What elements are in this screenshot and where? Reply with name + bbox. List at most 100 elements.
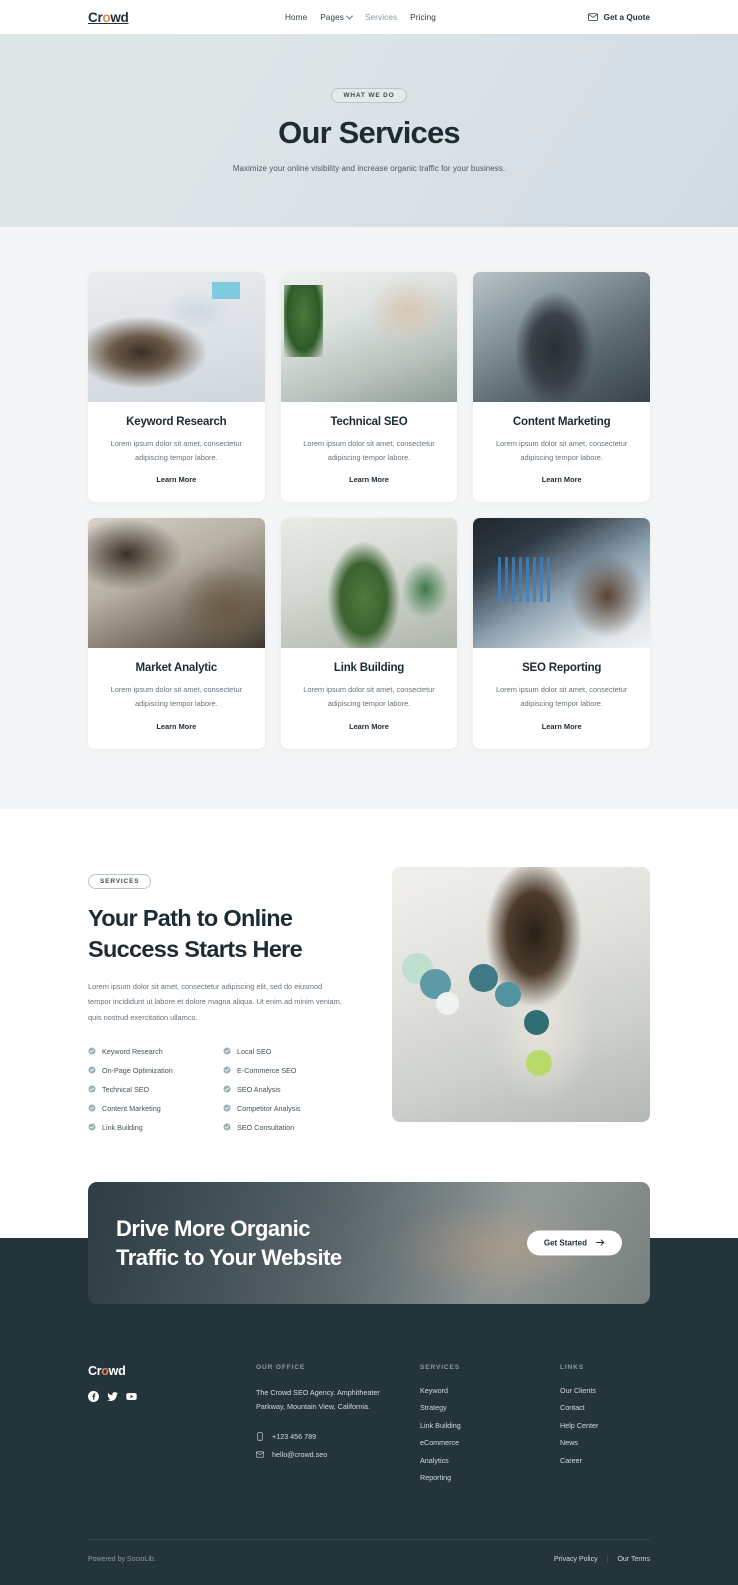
overlay-bubble-icon [523, 1009, 550, 1036]
footer-link[interactable]: Help Center [560, 1421, 650, 1430]
footer-service-link[interactable]: Reporting [420, 1473, 560, 1482]
service-card[interactable]: Market Analytic Lorem ipsum dolor sit am… [88, 518, 265, 749]
powered-by-brand[interactable]: SocioLib. [127, 1556, 156, 1563]
nav-item-home[interactable]: Home [285, 13, 307, 22]
get-started-label: Get Started [543, 1238, 587, 1248]
nav-item-pages[interactable]: Pages [320, 12, 354, 22]
privacy-policy-link[interactable]: Privacy Policy [554, 1556, 598, 1563]
social-links [88, 1390, 256, 1402]
services-container: Keyword Research Lorem ipsum dolor sit a… [88, 272, 650, 749]
footer-contact-block: +123 456 789 hello@crowd.seo [256, 1432, 420, 1459]
service-card-learn-more-link[interactable]: Learn More [542, 722, 582, 731]
service-card-body: Market Analytic Lorem ipsum dolor sit am… [88, 648, 265, 748]
path-to-success-section: SERVICES Your Path to Online Success Star… [0, 808, 738, 1182]
footer-logo[interactable]: Crowd [88, 1364, 256, 1378]
footer-services-column: SERVICES Keyword Strategy Link Building … [420, 1364, 560, 1491]
brand-logo[interactable]: Crowd [88, 10, 129, 25]
service-card-title: Content Marketing [512, 416, 611, 428]
feature-item: Competitor Analysis [223, 1104, 356, 1113]
service-card-body: SEO Reporting Lorem ipsum dolor sit amet… [473, 648, 650, 748]
service-card-image [473, 272, 650, 402]
cta-heading-line2: Traffic to Your Website [116, 1244, 342, 1270]
footer-service-link[interactable]: eCommerce [420, 1438, 560, 1447]
path-eyebrow-badge: SERVICES [88, 873, 152, 889]
youtube-icon[interactable] [126, 1391, 137, 1402]
service-card[interactable]: Content Marketing Lorem ipsum dolor sit … [473, 272, 650, 503]
footer-office-column: OUR OFFICE The Crowd SEO Agency. Amphith… [256, 1364, 420, 1491]
service-card-image [473, 518, 650, 649]
service-card-body: Link Building Lorem ipsum dolor sit amet… [281, 648, 458, 748]
footer-link[interactable]: Contact [560, 1403, 650, 1412]
twitter-icon[interactable] [107, 1391, 118, 1402]
footer-brand-column: Crowd [88, 1364, 256, 1491]
footer-service-link[interactable]: Keyword [420, 1386, 560, 1395]
nav-item-pricing[interactable]: Pricing [410, 13, 436, 22]
footer-service-link[interactable]: Link Building [420, 1421, 560, 1430]
service-card-description: Lorem ipsum dolor sit amet, consectetur … [110, 439, 243, 462]
footer-office-address: The Crowd SEO Agency. Amphitheater Parkw… [256, 1387, 380, 1411]
service-card[interactable]: Technical SEO Lorem ipsum dolor sit amet… [280, 272, 458, 503]
page-title: Our Services [278, 114, 460, 150]
service-card-learn-more-link[interactable]: Learn More [349, 475, 389, 484]
footer-email-value: hello@crowd.seo [272, 1449, 328, 1459]
feature-item: Keyword Research [88, 1047, 223, 1056]
footer-columns: Crowd OUR OFFICE The Crowd SEO Agency. A… [88, 1364, 650, 1539]
check-circle-icon [223, 1047, 231, 1055]
powered-by-prefix: Powered by [88, 1555, 127, 1563]
footer-link[interactable]: Career [560, 1456, 650, 1465]
service-card[interactable]: Link Building Lorem ipsum dolor sit amet… [280, 518, 458, 749]
footer-logo-part1: Cr [88, 1363, 102, 1378]
feature-item: E-Commerce SEO [223, 1066, 356, 1075]
our-terms-link[interactable]: Our Terms [617, 1556, 650, 1563]
service-card[interactable]: SEO Reporting Lorem ipsum dolor sit amet… [473, 518, 650, 749]
powered-by-text: Powered by SocioLib. [88, 1556, 156, 1563]
check-circle-icon [88, 1066, 96, 1074]
legal-links: Privacy Policy | Our Terms [554, 1556, 650, 1563]
service-card-learn-more-link[interactable]: Learn More [156, 722, 196, 731]
services-grid-section: Keyword Research Lorem ipsum dolor sit a… [0, 227, 738, 809]
service-card-learn-more-link[interactable]: Learn More [156, 475, 196, 484]
brand-logo-part2: wd [110, 9, 129, 25]
footer-link[interactable]: Our Clients [560, 1386, 650, 1395]
feature-item-label: Local SEO [237, 1046, 272, 1056]
service-card[interactable]: Keyword Research Lorem ipsum dolor sit a… [88, 272, 265, 503]
service-card-title: SEO Reporting [522, 662, 602, 675]
overlay-bubble-icon [495, 981, 521, 1007]
check-circle-icon [88, 1123, 96, 1131]
nav-item-services[interactable]: Services [365, 13, 397, 22]
service-card-learn-more-link[interactable]: Learn More [349, 722, 389, 731]
path-lead-paragraph: Lorem ipsum dolor sit amet, consectetur … [88, 982, 342, 1022]
nav-item-services-label: Services [364, 12, 398, 22]
feature-item-label: On-Page Optimization [102, 1065, 173, 1075]
path-image-overlay-icons [392, 867, 650, 1122]
service-card-description: Lorem ipsum dolor sit amet, consectetur … [110, 685, 243, 709]
get-a-quote-button[interactable]: Get a Quote [587, 13, 650, 22]
footer-email-row[interactable]: hello@crowd.seo [256, 1450, 420, 1459]
service-card-title: Market Analytic [135, 662, 218, 675]
footer-service-link[interactable]: Analytics [420, 1456, 560, 1465]
hero-eyebrow-badge: WHAT WE DO [331, 87, 407, 103]
cta-banner-wrapper: Drive More Organic Traffic to Your Websit… [0, 1181, 738, 1304]
service-card-image [88, 272, 265, 402]
service-card-body: Keyword Research Lorem ipsum dolor sit a… [88, 402, 265, 502]
get-started-button[interactable]: Get Started [526, 1230, 622, 1256]
service-card-body: Technical SEO Lorem ipsum dolor sit amet… [281, 402, 458, 502]
hero-section: WHAT WE DO Our Services Maximize your on… [0, 34, 738, 227]
nav-item-home-label: Home [285, 12, 308, 22]
facebook-icon[interactable] [88, 1390, 99, 1402]
service-card-description: Lorem ipsum dolor sit amet, consectetur … [495, 685, 628, 709]
check-circle-icon [223, 1104, 231, 1112]
footer-phone-row[interactable]: +123 456 789 [256, 1432, 420, 1441]
feature-checklist: Keyword Research On-Page Optimization Te… [88, 1047, 356, 1142]
feature-item-label: SEO Analysis [237, 1084, 281, 1094]
footer-bottom-bar: Powered by SocioLib. Privacy Policy | Ou… [88, 1538, 650, 1585]
footer-service-link[interactable]: Strategy [420, 1403, 560, 1412]
chevron-down-icon [345, 12, 354, 20]
overlay-bubble-icon [435, 991, 460, 1015]
feature-item-label: SEO Consultation [237, 1122, 295, 1132]
feature-item-label: E-Commerce SEO [237, 1065, 297, 1075]
service-card-learn-more-link[interactable]: Learn More [542, 475, 582, 484]
feature-item-label: Competitor Analysis [237, 1103, 301, 1113]
service-card-description: Lorem ipsum dolor sit amet, consectetur … [303, 439, 435, 462]
footer-link[interactable]: News [560, 1438, 650, 1447]
